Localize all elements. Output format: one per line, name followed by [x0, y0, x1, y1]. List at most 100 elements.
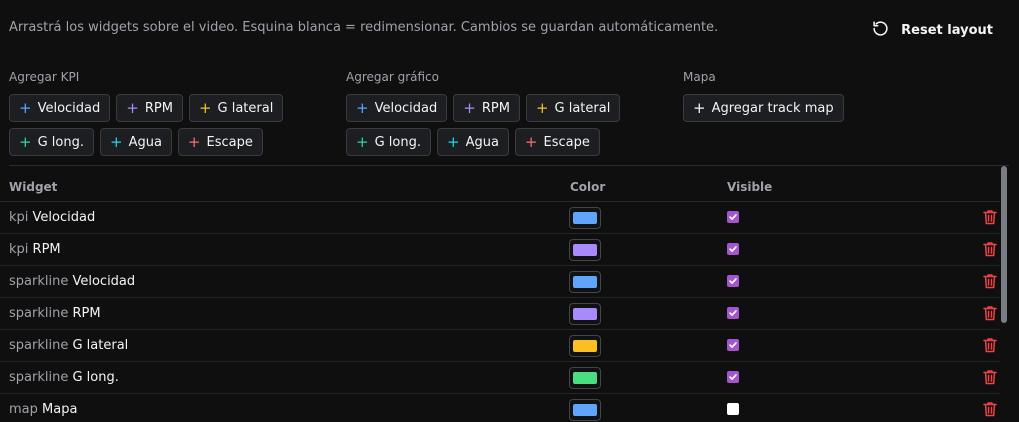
widget-cell: sparkline RPM: [9, 306, 101, 321]
header-color: Color: [570, 180, 606, 194]
color-picker[interactable]: [569, 335, 601, 357]
header-visible: Visible: [727, 180, 773, 194]
widget-type: sparkline: [9, 274, 69, 289]
kpi-buttons: + Velocidad + RPM + G lateral + G long. + Agua + Es…: [9, 94, 309, 156]
color-picker[interactable]: [569, 271, 601, 293]
add-map-button-label: Agregar track map: [711, 100, 834, 116]
add-chart-button-label: Escape: [543, 134, 590, 150]
add-chart-button-1[interactable]: + RPM: [453, 94, 520, 122]
add-chart-button-label: G lateral: [554, 100, 611, 116]
reset-layout-label: Reset layout: [901, 22, 993, 38]
toolbar: Arrastrá los widgets sobre el video. Esq…: [0, 0, 1019, 60]
trash-icon[interactable]: [983, 369, 997, 385]
add-kpi-button-1[interactable]: + RPM: [116, 94, 183, 122]
widget-cell: sparkline G lateral: [9, 338, 128, 353]
plus-icon: +: [198, 98, 212, 117]
add-chart-button-label: G long.: [374, 134, 421, 150]
widgets-table[interactable]: Widget Color Visible kpi Velocidad kpi RP…: [0, 166, 1000, 422]
visible-checkbox[interactable]: [727, 275, 739, 287]
chart-buttons: + Velocidad + RPM + G lateral + G long. + Agua + Es…: [346, 94, 646, 156]
kpi-group-label: Agregar KPI: [9, 70, 80, 84]
widget-name: Velocidad: [32, 210, 96, 225]
widget-type: sparkline: [9, 338, 69, 353]
add-chart-button-label: Velocidad: [374, 100, 438, 116]
trash-icon[interactable]: [983, 401, 997, 417]
plus-icon: +: [19, 98, 32, 117]
add-kpi-button-label: Agua: [128, 134, 162, 150]
add-kpi-button-5[interactable]: + Escape: [177, 128, 263, 156]
map-buttons: + Agregar track map: [683, 94, 983, 122]
trash-icon[interactable]: [983, 209, 997, 225]
color-swatch: [573, 244, 597, 256]
reset-layout-button[interactable]: Reset layout: [860, 13, 1005, 47]
add-chart-button-label: Agua: [465, 134, 499, 150]
map-group: Mapa + Agregar track map: [683, 70, 983, 122]
table-row: kpi RPM: [0, 234, 1000, 266]
add-chart-button-5[interactable]: + Escape: [514, 128, 600, 156]
table-row: sparkline G long.: [0, 362, 1000, 394]
scrollbar-thumb[interactable]: [1001, 166, 1007, 323]
add-kpi-button-0[interactable]: + Velocidad: [9, 94, 111, 122]
widget-name: G long.: [72, 370, 119, 385]
plus-icon: +: [109, 132, 123, 151]
trash-icon[interactable]: [983, 241, 997, 257]
color-swatch: [573, 340, 597, 352]
widget-type: map: [9, 402, 38, 417]
color-picker[interactable]: [569, 399, 601, 421]
trash-icon[interactable]: [983, 273, 997, 289]
widget-name: G lateral: [72, 338, 129, 353]
plus-icon: +: [356, 98, 369, 117]
plus-icon: +: [463, 98, 476, 117]
plus-icon: +: [535, 98, 549, 117]
plus-icon: +: [446, 132, 460, 151]
widget-cell: sparkline Velocidad: [9, 274, 135, 289]
add-kpi-button-label: G long.: [37, 134, 84, 150]
color-picker[interactable]: [569, 303, 601, 325]
add-chart-button-label: RPM: [481, 100, 510, 116]
plus-icon: +: [187, 132, 201, 151]
add-chart-button-0[interactable]: + Velocidad: [346, 94, 448, 122]
plus-icon: +: [693, 98, 706, 117]
visible-checkbox[interactable]: [727, 371, 739, 383]
widget-cell: kpi Velocidad: [9, 210, 95, 225]
table-row: map Mapa: [0, 394, 1000, 422]
table-row: sparkline G lateral: [0, 330, 1000, 362]
instructions-text: Arrastrá los widgets sobre el video. Esq…: [9, 20, 719, 35]
visible-checkbox[interactable]: [727, 243, 739, 255]
plus-icon: +: [19, 132, 32, 151]
add-kpi-button-4[interactable]: + Agua: [99, 128, 172, 156]
widget-name: RPM: [72, 306, 101, 321]
color-swatch: [573, 404, 597, 416]
add-chart-button-3[interactable]: + G long.: [346, 128, 431, 156]
add-kpi-button-2[interactable]: + G lateral: [188, 94, 284, 122]
widget-name: RPM: [32, 242, 61, 257]
color-swatch: [573, 308, 597, 320]
add-kpi-button-3[interactable]: + G long.: [9, 128, 94, 156]
add-chart-button-4[interactable]: + Agua: [436, 128, 509, 156]
add-kpi-button-label: G lateral: [217, 100, 274, 116]
visible-checkbox[interactable]: [727, 339, 739, 351]
scrollbar[interactable]: [1000, 166, 1009, 422]
color-swatch: [573, 276, 597, 288]
color-swatch: [573, 212, 597, 224]
widget-name: Mapa: [42, 402, 78, 417]
widget-type: sparkline: [9, 370, 69, 385]
visible-checkbox[interactable]: [727, 307, 739, 319]
color-picker[interactable]: [569, 207, 601, 229]
add-chart-button-2[interactable]: + G lateral: [525, 94, 621, 122]
visible-checkbox[interactable]: [727, 403, 739, 415]
trash-icon[interactable]: [983, 337, 997, 353]
color-picker[interactable]: [569, 367, 601, 389]
widget-cell: sparkline G long.: [9, 370, 119, 385]
trash-icon[interactable]: [983, 305, 997, 321]
add-map-button-0[interactable]: + Agregar track map: [683, 94, 844, 122]
add-kpi-button-label: RPM: [144, 100, 173, 116]
table-header: Widget Color Visible: [0, 166, 1000, 202]
widget-type: kpi: [9, 210, 29, 225]
widget-cell: map Mapa: [9, 402, 77, 417]
visible-checkbox[interactable]: [727, 211, 739, 223]
table-row: sparkline Velocidad: [0, 266, 1000, 298]
add-kpi-button-label: Escape: [206, 134, 253, 150]
color-picker[interactable]: [569, 239, 601, 261]
widget-type: kpi: [9, 242, 29, 257]
